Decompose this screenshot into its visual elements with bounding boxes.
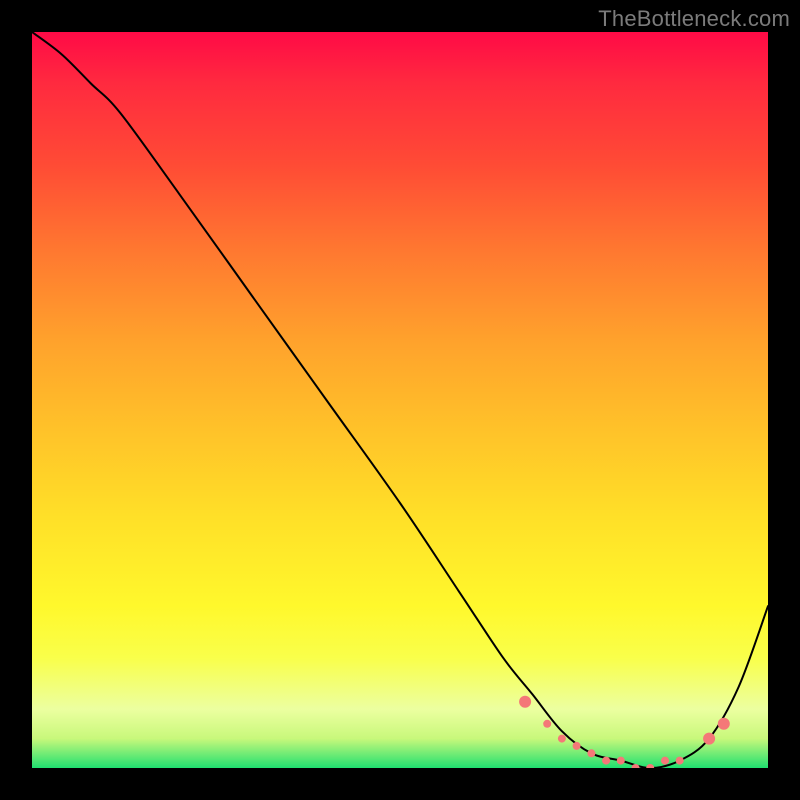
highlight-dot: [646, 764, 654, 768]
highlight-dot: [661, 757, 669, 765]
plot-area: [32, 32, 768, 768]
highlight-dot: [617, 757, 625, 765]
highlight-dot: [587, 749, 595, 757]
chart-frame: TheBottleneck.com: [0, 0, 800, 800]
highlight-dot: [676, 757, 684, 765]
watermark-text: TheBottleneck.com: [598, 6, 790, 32]
highlight-dot: [519, 696, 531, 708]
highlight-dot: [543, 720, 551, 728]
curve-line: [32, 32, 768, 768]
plot-overlay: [32, 32, 768, 768]
highlight-dot: [703, 733, 715, 745]
highlight-dot: [602, 757, 610, 765]
highlight-points: [519, 696, 730, 768]
highlight-dot: [558, 735, 566, 743]
highlight-dot: [718, 718, 730, 730]
highlight-dot: [573, 742, 581, 750]
